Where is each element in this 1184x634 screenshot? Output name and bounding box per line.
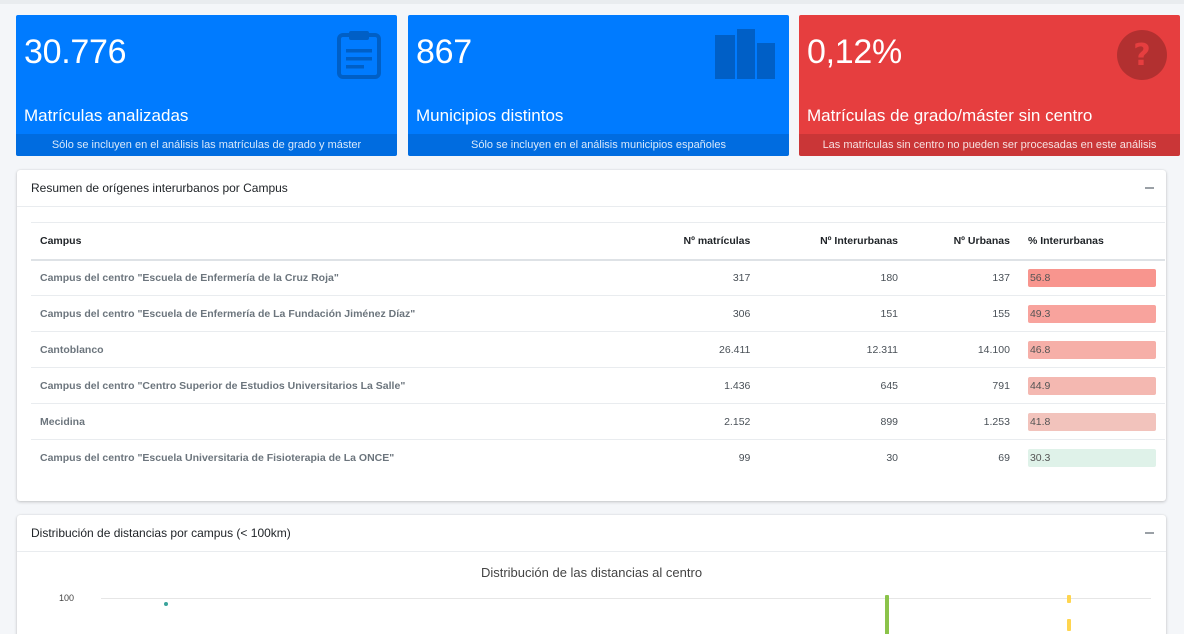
stat-value: 867 bbox=[416, 33, 472, 71]
cell-pct: 56.8 bbox=[1018, 259, 1165, 296]
col-pct[interactable]: % Interurbanas bbox=[1018, 222, 1165, 261]
pct-bar: 41.8 bbox=[1027, 412, 1156, 431]
cell-campus: Campus del centro "Escuela de Enfermería… bbox=[31, 259, 562, 296]
stat-note: Sólo se incluyen en el análisis las matr… bbox=[16, 134, 397, 156]
summary-table: Campus Nº matrículas Nº Interurbanas Nº … bbox=[31, 222, 1165, 476]
svg-text:?: ? bbox=[1133, 38, 1150, 73]
cell-interurbanas: 899 bbox=[759, 403, 908, 440]
pct-bar: 44.9 bbox=[1027, 376, 1156, 395]
cell-campus: Campus del centro "Escuela Universitaria… bbox=[31, 439, 562, 476]
cell-interurbanas: 151 bbox=[759, 295, 908, 332]
pct-bar: 46.8 bbox=[1027, 340, 1156, 359]
cell-matriculas: 2.152 bbox=[561, 403, 760, 440]
cell-campus: Cantoblanco bbox=[31, 331, 562, 368]
table-row: Mecidina 2.152 899 1.253 41.8 bbox=[31, 403, 1165, 440]
table-row: Cantoblanco 26.411 12.311 14.100 46.8 bbox=[31, 331, 1165, 368]
collapse-icon[interactable] bbox=[1145, 532, 1154, 534]
cell-pct: 46.8 bbox=[1018, 331, 1165, 368]
pct-bar: 56.8 bbox=[1027, 268, 1156, 287]
cell-matriculas: 317 bbox=[561, 259, 760, 296]
cell-pct: 41.8 bbox=[1018, 403, 1165, 440]
table-row: Campus del centro "Escuela Universitaria… bbox=[31, 439, 1165, 476]
distances-card: Distribución de distancias por campus (<… bbox=[17, 515, 1166, 634]
stat-value: 0,12% bbox=[807, 33, 902, 71]
table-header-row: Campus Nº matrículas Nº Interurbanas Nº … bbox=[31, 222, 1165, 261]
pct-bar: 49.3 bbox=[1027, 304, 1156, 323]
card-title: Distribución de distancias por campus (<… bbox=[31, 526, 291, 540]
col-urbanas[interactable]: Nº Urbanas bbox=[907, 222, 1019, 261]
cell-pct: 44.9 bbox=[1018, 367, 1165, 404]
cell-urbanas: 137 bbox=[907, 259, 1019, 296]
card-title: Resumen de orígenes interurbanos por Cam… bbox=[31, 181, 288, 195]
cell-pct: 30.3 bbox=[1018, 439, 1165, 476]
stat-note: Las matriculas sin centro no pueden ser … bbox=[799, 134, 1180, 156]
stat-box-municipios: 867 Municipios distintos Sólo se incluye… bbox=[408, 15, 789, 156]
stat-value: 30.776 bbox=[24, 33, 127, 71]
cell-pct: 49.3 bbox=[1018, 295, 1165, 332]
cell-urbanas: 14.100 bbox=[907, 331, 1019, 368]
col-interurbanas[interactable]: Nº Interurbanas bbox=[759, 222, 908, 261]
cell-matriculas: 26.411 bbox=[561, 331, 760, 368]
cell-interurbanas: 645 bbox=[759, 367, 908, 404]
chart-title: Distribución de las distancias al centro bbox=[480, 565, 703, 580]
cell-matriculas: 1.436 bbox=[561, 367, 760, 404]
cell-urbanas: 791 bbox=[907, 367, 1019, 404]
cell-campus: Campus del centro "Escuela de Enfermería… bbox=[31, 295, 562, 332]
table-row: Campus del centro "Escuela de Enfermería… bbox=[31, 295, 1165, 332]
cell-campus: Campus del centro "Centro Superior de Es… bbox=[31, 367, 562, 404]
chart-point[interactable] bbox=[164, 602, 168, 606]
stat-note: Sólo se incluyen en el análisis municipi… bbox=[408, 134, 789, 156]
grid-line bbox=[101, 598, 1151, 599]
cell-campus: Mecidina bbox=[31, 403, 562, 440]
y-tick-label: 100 bbox=[59, 593, 75, 603]
cell-urbanas: 155 bbox=[907, 295, 1019, 332]
chart-point[interactable] bbox=[1067, 595, 1071, 603]
stat-label: Matrículas de grado/máster sin centro bbox=[807, 106, 1093, 125]
stat-box-matriculas: 30.776 Matrículas analizadas Sólo se inc… bbox=[16, 15, 397, 156]
cell-matriculas: 99 bbox=[561, 439, 760, 476]
city-icon bbox=[715, 29, 775, 79]
cell-interurbanas: 30 bbox=[759, 439, 908, 476]
clipboard-icon bbox=[337, 31, 381, 79]
chart-point[interactable] bbox=[885, 595, 889, 634]
cell-urbanas: 69 bbox=[907, 439, 1019, 476]
cell-matriculas: 306 bbox=[561, 295, 760, 332]
card-header: Resumen de orígenes interurbanos por Cam… bbox=[17, 170, 1166, 207]
collapse-icon[interactable] bbox=[1145, 187, 1154, 189]
table-row: Campus del centro "Centro Superior de Es… bbox=[31, 367, 1165, 404]
stat-label: Municipios distintos bbox=[416, 106, 564, 125]
chart-point[interactable] bbox=[1067, 619, 1071, 631]
col-campus[interactable]: Campus bbox=[31, 222, 562, 261]
pct-bar: 30.3 bbox=[1027, 448, 1156, 467]
cell-urbanas: 1.253 bbox=[907, 403, 1019, 440]
cell-interurbanas: 12.311 bbox=[759, 331, 908, 368]
table-row: Campus del centro "Escuela de Enfermería… bbox=[31, 259, 1165, 296]
question-icon: ? bbox=[1117, 30, 1167, 80]
summary-card: Resumen de orígenes interurbanos por Cam… bbox=[17, 170, 1166, 501]
col-matriculas[interactable]: Nº matrículas bbox=[561, 222, 760, 261]
card-header: Distribución de distancias por campus (<… bbox=[17, 515, 1166, 552]
top-border bbox=[0, 0, 1184, 4]
stat-box-sin-centro: 0,12% Matrículas de grado/máster sin cen… bbox=[799, 15, 1180, 156]
stat-label: Matrículas analizadas bbox=[24, 106, 189, 125]
cell-interurbanas: 180 bbox=[759, 259, 908, 296]
